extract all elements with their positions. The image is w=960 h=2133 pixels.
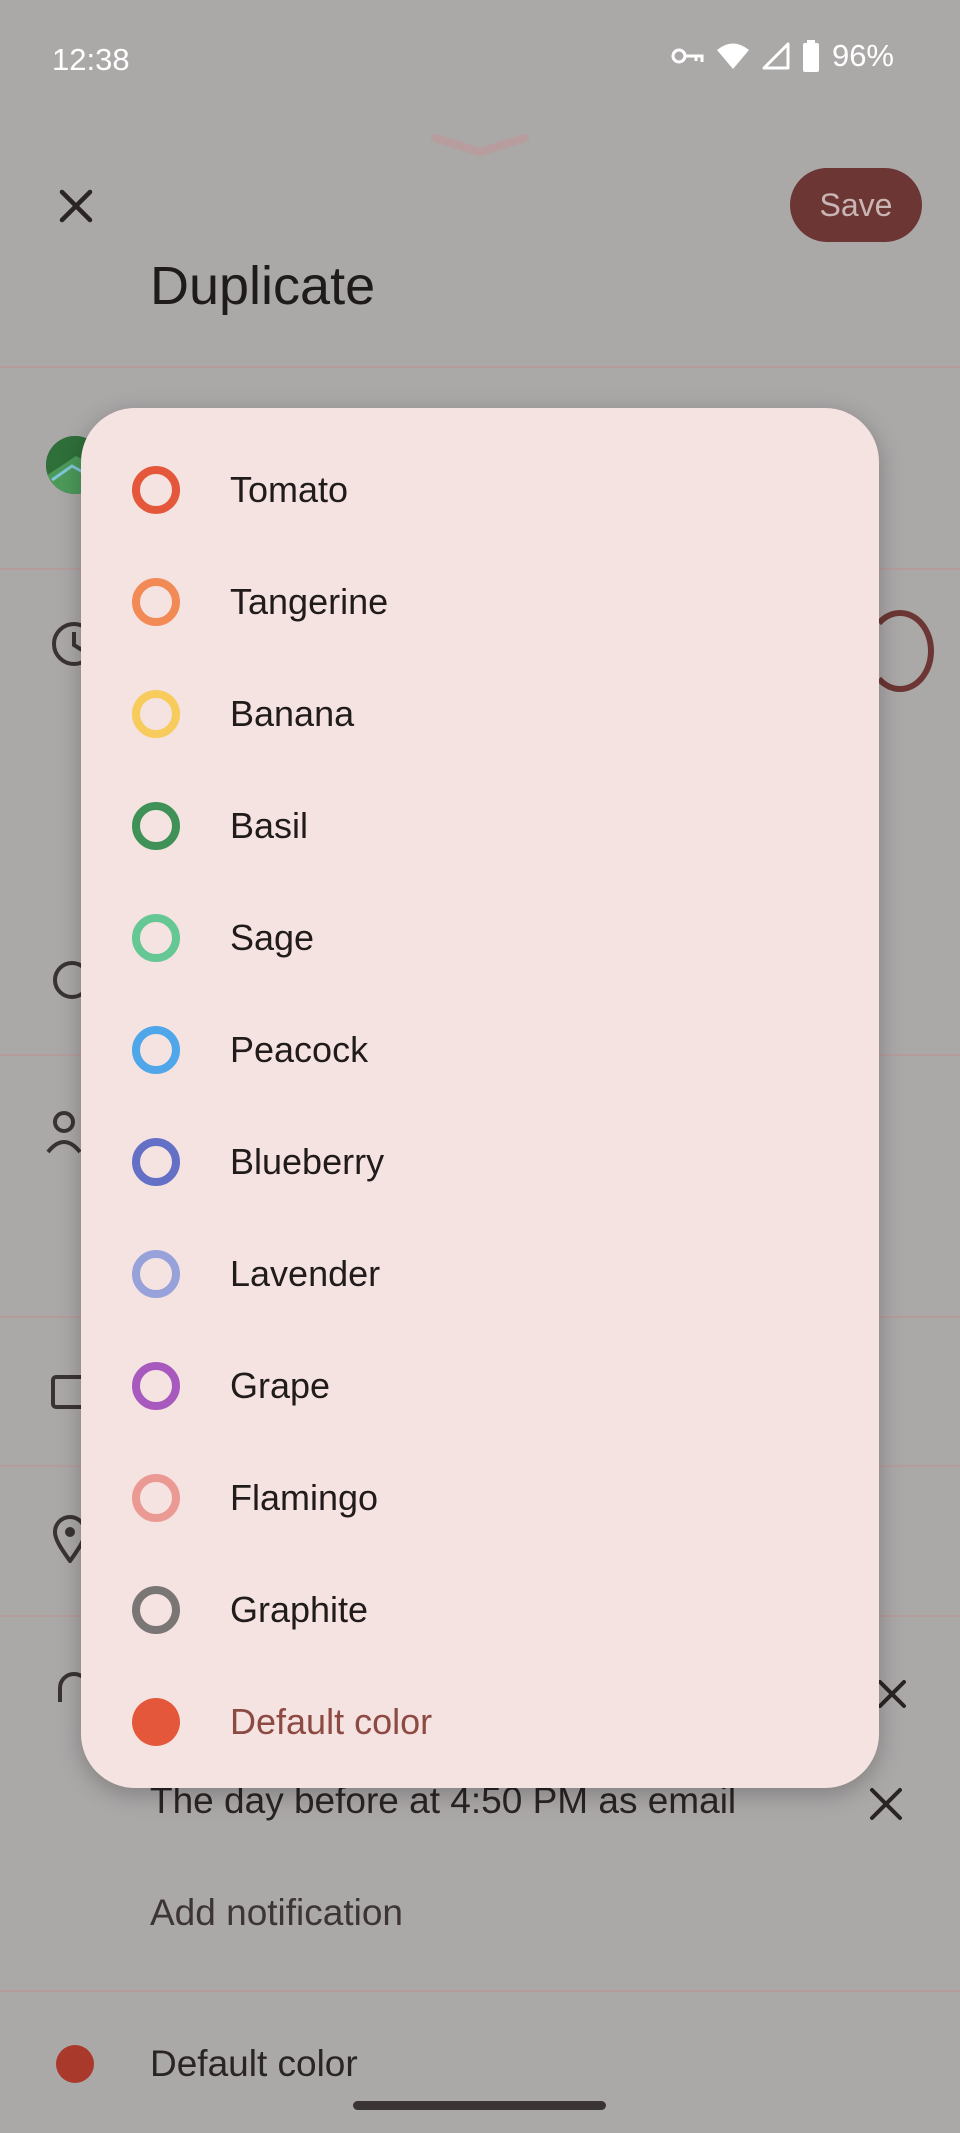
color-swatch-icon (132, 802, 180, 850)
color-option-flamingo[interactable]: Flamingo (81, 1442, 879, 1554)
color-swatch-icon (132, 1026, 180, 1074)
event-color-dot (56, 2045, 94, 2083)
color-option-label: Tangerine (230, 581, 389, 622)
color-option-label: Banana (230, 693, 355, 734)
add-notification-button[interactable]: Add notification (150, 1892, 403, 1934)
color-option-default-color[interactable]: Default color (81, 1666, 879, 1778)
close-icon (59, 189, 93, 223)
color-swatch-icon (132, 1698, 180, 1746)
color-swatch-icon (132, 1362, 180, 1410)
remove-notification-2-button[interactable] (866, 1784, 906, 1829)
color-option-label: Grape (230, 1365, 331, 1406)
save-button[interactable]: Save (790, 168, 922, 242)
battery-icon (802, 40, 820, 72)
color-option-label: Lavender (230, 1253, 381, 1294)
color-option-label: Graphite (230, 1589, 369, 1630)
sheet-handle-chevron-icon (430, 130, 530, 165)
color-swatch-icon (132, 1138, 180, 1186)
color-swatch-icon (132, 466, 180, 514)
close-button[interactable] (48, 178, 104, 234)
color-option-label: Peacock (230, 1029, 369, 1070)
color-option-basil[interactable]: Basil (81, 770, 879, 882)
battery-percent: 96% (831, 38, 894, 73)
color-option-blueberry[interactable]: Blueberry (81, 1106, 879, 1218)
color-swatch-icon (132, 578, 180, 626)
color-swatch-icon (132, 690, 180, 738)
color-option-banana[interactable]: Banana (81, 658, 879, 770)
vpn-key-icon (670, 45, 704, 67)
color-option-peacock[interactable]: Peacock (81, 994, 879, 1106)
status-icons: 96% (670, 38, 894, 74)
color-option-graphite[interactable]: Graphite (81, 1554, 879, 1666)
signal-icon (762, 42, 790, 70)
color-swatch-icon (132, 1250, 180, 1298)
color-menu: Tomato Tangerine Banana Basil Sage Peacock Blu… (81, 408, 879, 1788)
color-option-tangerine[interactable]: Tangerine (81, 546, 879, 658)
color-option-label: Blueberry (230, 1141, 385, 1182)
divider (0, 1990, 960, 1992)
status-time: 12:38 (52, 42, 130, 77)
color-option-label: Default color (230, 1701, 433, 1742)
color-swatch-icon (132, 1474, 180, 1522)
close-icon (870, 1788, 902, 1820)
gesture-nav-bar[interactable] (353, 2101, 606, 2110)
color-swatch-icon (132, 1586, 180, 1634)
wifi-icon (716, 42, 750, 70)
color-list: Tomato Tangerine Banana Basil Sage Peacock Blu… (81, 434, 879, 1778)
color-option-label: Tomato (230, 469, 349, 510)
page-title: Duplicate (150, 256, 376, 316)
color-option-label: Flamingo (230, 1477, 379, 1518)
event-color-label[interactable]: Default color (150, 2043, 358, 2085)
color-option-sage[interactable]: Sage (81, 882, 879, 994)
color-option-label: Sage (230, 917, 315, 958)
color-option-grape[interactable]: Grape (81, 1330, 879, 1442)
color-option-label: Basil (230, 805, 309, 846)
color-swatch-icon (132, 914, 180, 962)
color-option-lavender[interactable]: Lavender (81, 1218, 879, 1330)
divider (0, 366, 960, 368)
color-option-tomato[interactable]: Tomato (81, 434, 879, 546)
